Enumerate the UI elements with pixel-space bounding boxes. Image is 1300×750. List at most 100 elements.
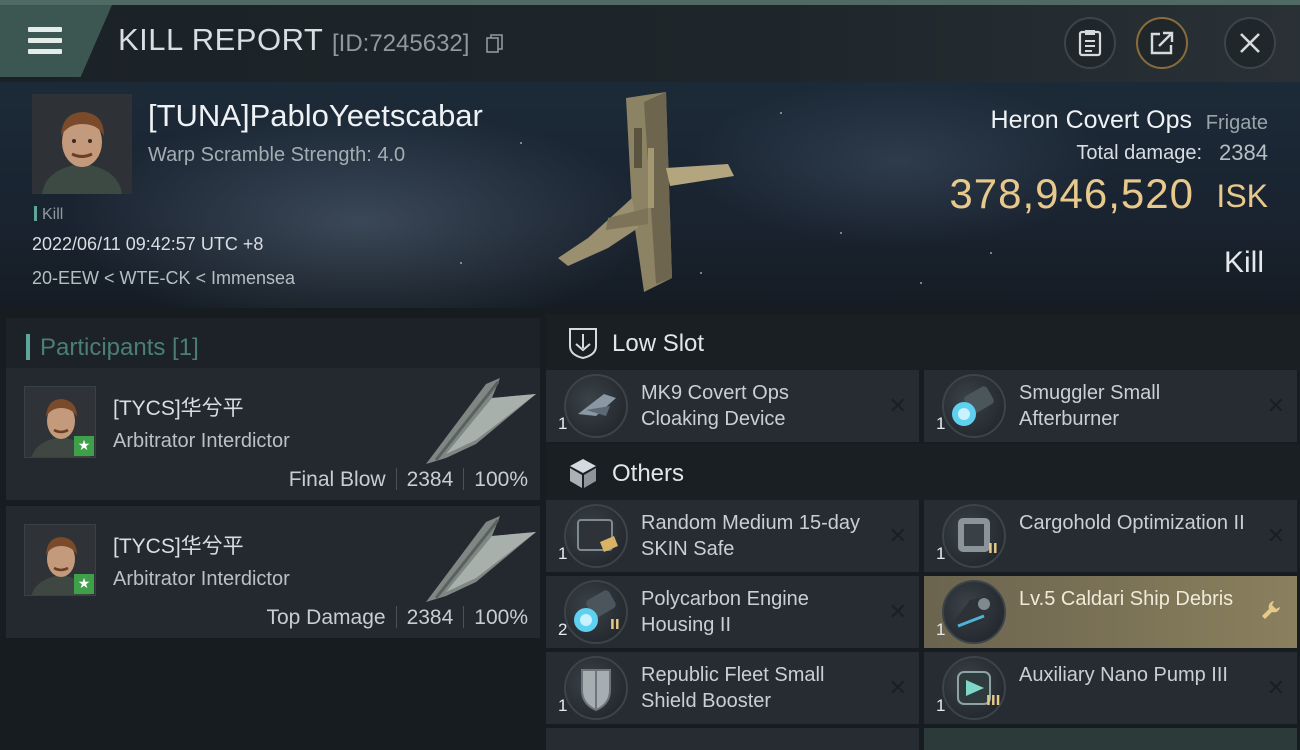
participant-ship-image	[426, 378, 536, 464]
victim-banner: [TUNA]PabloYeetscabar Warp Scramble Stre…	[0, 82, 1300, 308]
destroyed-icon: ✕	[1266, 394, 1285, 419]
list-item[interactable]	[546, 728, 919, 750]
list-item[interactable]: II 1 Cargohold Optimization II ✕	[924, 500, 1297, 572]
item-name: MK9 Covert Ops Cloaking Device	[641, 382, 789, 430]
engine-housing-icon	[564, 580, 628, 644]
list-item[interactable]: 1 MK9 Covert Ops Cloaking Device ✕	[546, 370, 919, 442]
hamburger-menu-icon	[28, 49, 62, 54]
copy-icon[interactable]	[486, 34, 504, 54]
list-item[interactable]: III 1 Auxiliary Nano Pump III ✕	[924, 652, 1297, 724]
header-top-line	[0, 0, 1300, 5]
avatar	[32, 94, 132, 194]
participant-ship: Arbitrator Interdictor	[113, 430, 290, 452]
participant-damage: 2384	[406, 468, 454, 491]
divider	[463, 606, 465, 628]
clipboard-icon	[1078, 30, 1102, 57]
item-quantity: 1	[936, 414, 946, 433]
item-name: Polycarbon Engine Housing II	[641, 588, 809, 636]
page-title: KILL REPORT	[118, 22, 324, 57]
isk-unit: ISK	[1216, 178, 1268, 214]
afterburner-icon	[942, 374, 1006, 438]
participant-percent: 100%	[474, 606, 528, 629]
item-name: Cargohold Optimization II	[1019, 512, 1245, 534]
participant-stats: Final Blow 2384 100%	[289, 468, 528, 492]
wrench-icon[interactable]	[1259, 598, 1283, 622]
victim-ship-class: Frigate	[1205, 112, 1268, 134]
item-quantity: 1	[936, 696, 946, 715]
participants-panel: Participants [1] ★ [TYCS]华兮平 Arbitrator …	[0, 308, 540, 750]
tier-badge: II	[610, 618, 620, 633]
participants-title: Participants [1]	[40, 334, 199, 361]
item-name: Smuggler Small Afterburner	[1019, 382, 1161, 430]
kill-result: Kill	[1223, 246, 1264, 279]
skin-safe-icon	[564, 504, 628, 568]
list-item[interactable]: 1 Random Medium 15-day SKIN Safe ✕	[546, 500, 919, 572]
participant-percent: 100%	[474, 468, 528, 491]
share-icon	[1150, 31, 1174, 55]
list-item[interactable]: 1 Lv.5 Caldari Ship Debris	[924, 576, 1297, 648]
item-quantity: 1	[936, 544, 946, 563]
list-item[interactable]: 1 Republic Fleet Small Shield Booster ✕	[546, 652, 919, 724]
participant-ship: Arbitrator Interdictor	[113, 568, 290, 590]
kill-location: 20-EEW < WTE-CK < Immensea	[32, 268, 296, 288]
tier-badge: III	[986, 694, 1001, 709]
cargohold-optimization-icon	[942, 504, 1006, 568]
destroyed-icon: ✕	[888, 600, 907, 625]
total-damage-value: 2384	[1219, 140, 1268, 165]
destroyed-icon: ✕	[1266, 676, 1285, 701]
victim-portrait[interactable]	[32, 94, 132, 194]
item-quantity: 1	[936, 620, 946, 639]
kill-timestamp: 2022/06/11 09:42:57 UTC +8	[32, 234, 264, 254]
warp-scramble-strength: Warp Scramble Strength: 4.0	[148, 144, 406, 166]
divider	[395, 606, 397, 628]
participant-role: Top Damage	[266, 606, 386, 629]
victim-name[interactable]: [TUNA]PabloYeetscabar	[148, 98, 483, 134]
accent-bar	[26, 334, 30, 360]
victim-ship-name[interactable]: Heron Covert Ops	[991, 106, 1192, 135]
divider	[395, 468, 397, 490]
total-damage-label: Total damage:	[1076, 142, 1202, 164]
isk-value: 378,946,520	[949, 170, 1194, 217]
participant-row[interactable]: ★ [TYCS]华兮平 Arbitrator Interdictor Final…	[6, 368, 540, 500]
section-label: Others	[612, 460, 685, 487]
cube-icon	[570, 459, 596, 488]
destroyed-icon: ✕	[888, 524, 907, 549]
menu-button[interactable]	[0, 5, 112, 77]
share-button[interactable]	[1136, 17, 1188, 69]
close-button[interactable]	[1224, 17, 1276, 69]
item-quantity: 2	[558, 620, 568, 639]
header-bar: KILL REPORT [ID:7245632]	[0, 0, 1300, 82]
divider	[463, 468, 465, 490]
ship-debris-icon	[942, 580, 1006, 644]
clipboard-button[interactable]	[1064, 17, 1116, 69]
item-name: Republic Fleet Small Shield Booster	[641, 664, 825, 712]
item-name: Random Medium 15-day SKIN Safe	[641, 512, 860, 560]
destroyed-icon: ✕	[888, 676, 907, 701]
cloaking-device-icon	[564, 374, 628, 438]
participant-ship-image	[426, 516, 536, 602]
item-quantity: 1	[558, 414, 568, 433]
items-panel: Low Slot 1 MK9 Covert Ops Cloaking Devic…	[540, 308, 1300, 750]
report-id: [ID:7245632]	[332, 30, 470, 57]
nano-pump-icon	[942, 656, 1006, 720]
tier-badge: II	[988, 542, 998, 557]
participant-damage: 2384	[406, 606, 454, 629]
list-item[interactable]: 1 Smuggler Small Afterburner ✕	[924, 370, 1297, 442]
section-header-others: Others	[546, 444, 1300, 500]
section-header-low-slot: Low Slot	[546, 314, 1300, 370]
kill-tag: Kill	[34, 206, 63, 224]
star-badge-icon: ★	[74, 436, 94, 456]
item-name: Auxiliary Nano Pump III	[1019, 664, 1228, 686]
item-quantity: 1	[558, 544, 568, 563]
list-item[interactable]	[924, 728, 1297, 750]
close-icon	[1240, 33, 1260, 53]
item-quantity: 1	[558, 696, 568, 715]
star-badge-icon: ★	[74, 574, 94, 594]
participant-row[interactable]: ★ [TYCS]华兮平 Arbitrator Interdictor Top D…	[6, 506, 540, 638]
participant-name[interactable]: [TYCS]华兮平	[113, 392, 244, 422]
low-slot-icon	[569, 328, 597, 360]
participant-role: Final Blow	[288, 468, 386, 491]
destroyed-icon: ✕	[1266, 524, 1285, 549]
participant-name[interactable]: [TYCS]华兮平	[113, 530, 244, 560]
list-item[interactable]: II 2 Polycarbon Engine Housing II ✕	[546, 576, 919, 648]
